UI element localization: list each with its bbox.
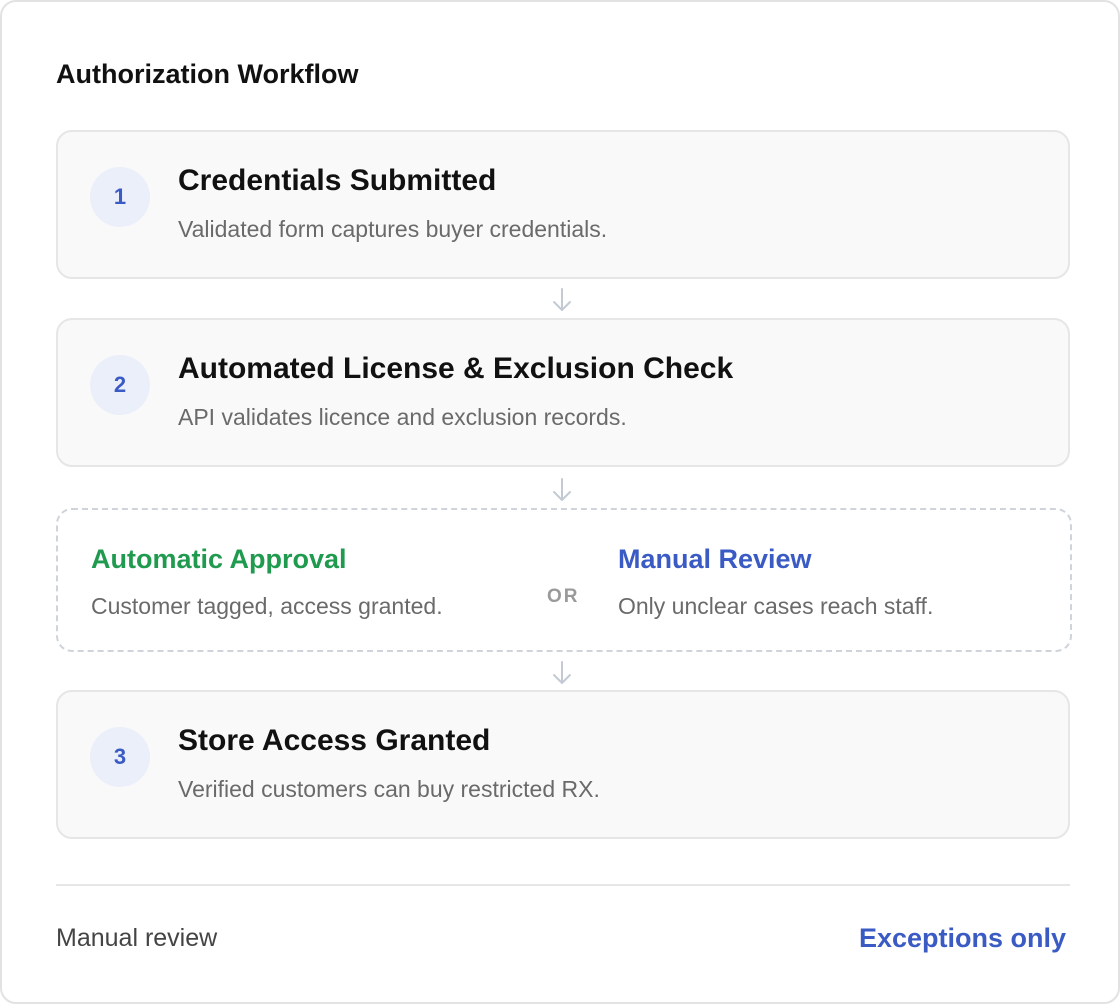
arrow-down-icon [553,661,571,684]
step-title: Credentials Submitted [178,164,497,197]
step-description: API validates licence and exclusion reco… [178,404,627,430]
branch-title: Manual Review [618,544,812,574]
workflow-step-1: 1 Credentials Submitted Validated form c… [56,130,1070,279]
step-number-badge: 1 [90,167,150,227]
decision-branch: Automatic Approval Customer tagged, acce… [56,508,1072,652]
step-title: Store Access Granted [178,724,491,757]
footer-value: Exceptions only [858,923,1066,953]
step-description: Verified customers can buy restricted RX… [178,776,600,802]
step-number-badge: 2 [90,355,150,415]
branch-description: Customer tagged, access granted. [91,593,443,619]
workflow-card: Authorization Workflow 1 Credentials Sub… [0,0,1120,1004]
workflow-step-3: 3 Store Access Granted Verified customer… [56,690,1070,839]
arrow-down-icon [553,478,571,501]
step-title: Automated License & Exclusion Check [178,352,734,385]
or-separator: OR [547,586,580,607]
workflow-title: Authorization Workflow [56,59,359,89]
step-number-badge: 3 [90,727,150,787]
branch-description: Only unclear cases reach staff. [618,593,934,619]
footer-divider [56,884,1070,886]
step-description: Validated form captures buyer credential… [178,216,608,242]
branch-title: Automatic Approval [91,544,347,574]
footer-label: Manual review [56,924,218,952]
arrow-down-icon [553,288,571,311]
workflow-step-2: 2 Automated License & Exclusion Check AP… [56,318,1070,467]
